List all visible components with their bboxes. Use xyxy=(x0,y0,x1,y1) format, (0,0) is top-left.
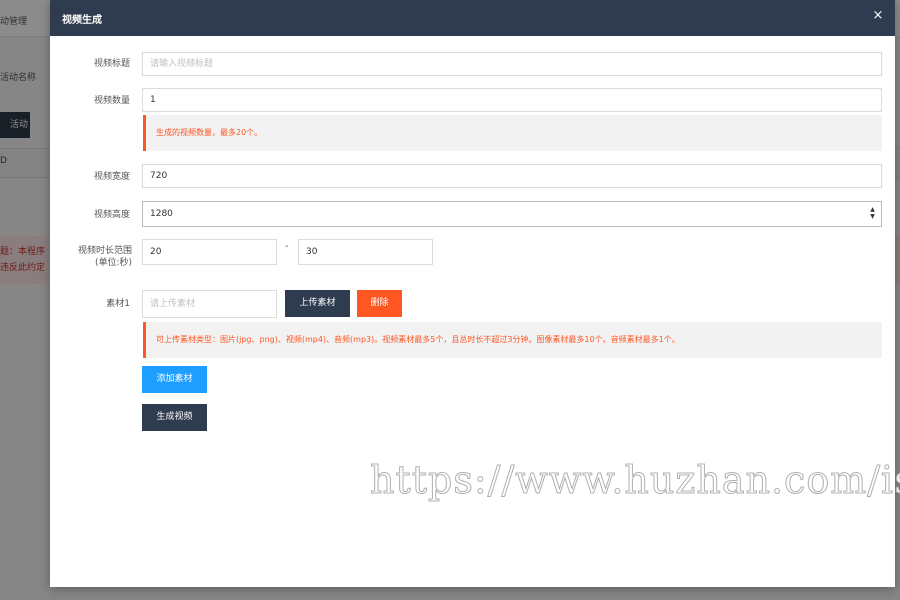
select-arrows-icon: ▲▼ xyxy=(869,206,876,220)
video-title-input[interactable] xyxy=(142,52,882,76)
duration-range-label: 视频时长范围(单位:秒) xyxy=(77,246,132,268)
generate-video-button[interactable]: 生成视频 xyxy=(142,404,207,431)
video-count-hint: 生成的视频数量，最多20个。 xyxy=(143,115,882,151)
dialog-header: 视频生成 × xyxy=(50,0,895,36)
material-1-label: 素材1 xyxy=(106,299,130,309)
duration-min-input[interactable] xyxy=(142,239,277,265)
video-height-value: 1280 xyxy=(142,201,882,227)
video-height-select[interactable]: 1280 ▲▼ xyxy=(142,201,882,227)
video-width-label: 视频宽度 xyxy=(93,172,130,182)
close-icon[interactable]: × xyxy=(871,9,885,23)
video-title-label: 视频标题 xyxy=(93,59,130,69)
dialog-title: 视频生成 xyxy=(62,15,102,26)
video-count-label: 视频数量 xyxy=(93,96,130,106)
delete-material-button[interactable]: 删除 xyxy=(357,290,402,317)
material-type-hint: 可上传素材类型：图片(jpg、png)、视频(mp4)、音频(mp3)。视频素材… xyxy=(143,322,882,358)
range-separator: - xyxy=(285,241,289,252)
video-width-input[interactable] xyxy=(142,164,882,188)
add-material-button[interactable]: 添加素材 xyxy=(142,366,207,393)
upload-material-button[interactable]: 上传素材 xyxy=(285,290,350,317)
duration-max-input[interactable] xyxy=(298,239,433,265)
material-1-input[interactable] xyxy=(142,290,277,318)
video-height-label: 视频高度 xyxy=(93,210,130,220)
video-generate-dialog: 视频生成 × 视频标题 视频数量 生成的视频数量，最多20个。 视频宽度 视频高… xyxy=(50,0,895,587)
video-count-input[interactable] xyxy=(142,88,882,112)
